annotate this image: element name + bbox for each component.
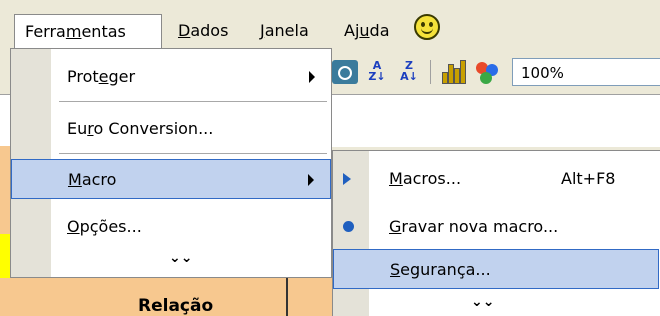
shortcut-label: Alt+F8 [561, 169, 616, 188]
menu-item-proteger[interactable]: Proteger [11, 57, 331, 97]
drawing-icon[interactable] [474, 60, 500, 84]
submenu-item-seguranca-label: Segurança... [390, 260, 491, 279]
menu-janela-label-b: anela [264, 21, 309, 40]
menu-item-opcoes-label: Opções... [67, 217, 142, 236]
submenu-item-macros[interactable]: Macros... Alt+F8 [333, 159, 659, 199]
play-icon [343, 173, 351, 185]
menu-item-macro-label: Macro [68, 170, 117, 189]
menu-item-macro[interactable]: Macro [11, 159, 331, 199]
menu-item-proteger-label: Proteger [67, 67, 136, 86]
submenu-arrow-icon [309, 71, 315, 83]
sheet-cell-text[interactable]: Relação [138, 296, 213, 316]
ferramentas-dropdown: Proteger Euro Conversion... Macro Opções… [10, 48, 332, 278]
sort-descending-icon[interactable]: Z A↓ [398, 60, 420, 84]
submenu-item-seguranca[interactable]: Segurança... [333, 249, 659, 289]
toolbar-separator [430, 60, 431, 84]
menu-ferramentas-label-b: entas [81, 22, 126, 41]
menu-ferramentas[interactable]: Ferramentas [14, 14, 162, 48]
menu-separator [59, 153, 327, 154]
menu-ferramentas-mnemonic: m [65, 22, 82, 41]
smiley-icon[interactable] [414, 14, 440, 40]
zoom-field[interactable]: 100% [512, 58, 660, 86]
smiley-mouth [421, 25, 433, 34]
expand-submenu-chevron-icon[interactable]: ⌄⌄ [471, 295, 494, 309]
cell-divider [286, 278, 288, 316]
expand-menu-chevron-icon[interactable]: ⌄⌄ [169, 251, 192, 265]
submenu-item-macros-label: Macros... [389, 169, 462, 188]
menu-ferramentas-label-a: Ferra [25, 22, 66, 41]
menu-janela[interactable]: Janela [254, 16, 315, 46]
find-icon[interactable] [332, 60, 358, 84]
sort-ascending-icon[interactable]: A Z↓ [366, 60, 388, 84]
menu-ajuda[interactable]: Ajuda [338, 16, 396, 46]
record-icon [343, 221, 354, 232]
menu-ajuda-label-b: da [369, 21, 390, 40]
submenu-arrow-icon [308, 174, 314, 186]
menu-item-euro-label: Euro Conversion... [67, 119, 214, 138]
standard-toolbar: ▾ A Z↓ Z A↓ 100% [310, 52, 660, 94]
submenu-item-gravar-nova-macro[interactable]: Gravar nova macro... [333, 207, 659, 247]
menu-ajuda-mnemonic: u [359, 21, 370, 40]
menu-item-euro-conversion[interactable]: Euro Conversion... [11, 109, 331, 149]
menu-bar: Ferramentas Dados Janela Ajuda [0, 0, 660, 52]
submenu-item-gravar-label: Gravar nova macro... [389, 217, 559, 236]
menu-dados-label-b: ados [190, 21, 229, 40]
menu-ajuda-label-a: Aj [344, 21, 360, 40]
macro-submenu: Macros... Alt+F8 Gravar nova macro... Se… [332, 150, 660, 316]
chart-wizard-icon[interactable] [440, 60, 466, 84]
menu-separator [59, 101, 327, 102]
menu-dados-mnemonic: D [178, 21, 191, 40]
menu-dados[interactable]: Dados [172, 16, 234, 46]
menu-item-opcoes[interactable]: Opções... [11, 207, 331, 247]
